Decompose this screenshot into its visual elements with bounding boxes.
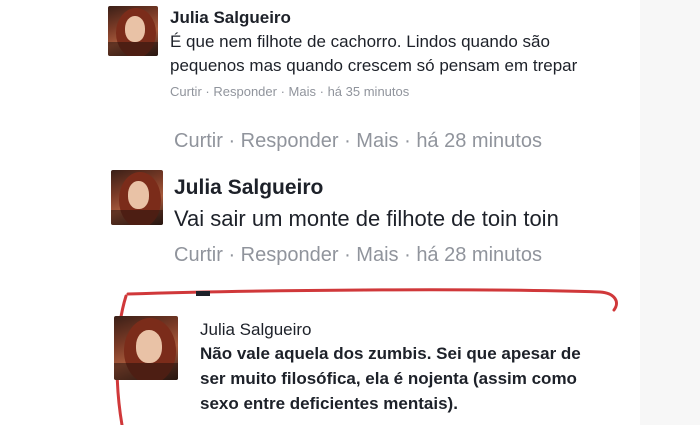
- separator: ·: [344, 130, 357, 152]
- comment-text-line: ser muito filosófica, ela é nojenta (ass…: [200, 369, 577, 388]
- separator: ·: [319, 84, 328, 99]
- avatar[interactable]: [114, 316, 178, 380]
- separator: ·: [228, 244, 241, 266]
- highlighted-comment: Julia Salgueiro Não vale aquela dos zumb…: [0, 288, 700, 425]
- avatar[interactable]: [108, 6, 158, 56]
- comment-text-line: É que nem filhote de cachorro. Lindos qu…: [170, 32, 550, 51]
- reply-link[interactable]: Responder: [213, 84, 277, 99]
- timestamp[interactable]: há 35 minutos: [328, 84, 410, 99]
- reply-link[interactable]: Responder: [241, 130, 339, 152]
- separator: ·: [280, 84, 289, 99]
- like-link[interactable]: Curtir: [174, 130, 223, 152]
- timestamp[interactable]: há 28 minutos: [416, 130, 542, 152]
- author-name[interactable]: Julia Salgueiro: [174, 176, 323, 200]
- comment-text-line: Vai sair um monte de filhote de toin toi…: [174, 206, 559, 231]
- author-name[interactable]: Julia Salgueiro: [200, 320, 312, 340]
- comment-actions: Curtir · Responder · Mais · há 28 minuto…: [174, 244, 542, 267]
- separator: ·: [404, 130, 417, 152]
- comment-text-line: pequenos mas quando crescem só pensam em…: [170, 56, 578, 75]
- avatar[interactable]: [111, 170, 163, 225]
- timestamp[interactable]: há 28 minutos: [416, 244, 542, 266]
- like-link[interactable]: Curtir: [174, 244, 223, 266]
- reply-link[interactable]: Responder: [241, 244, 339, 266]
- comment-screenshot-collage: Julia Salgueiro É que nem filhote de cac…: [0, 0, 700, 425]
- separator: ·: [344, 244, 357, 266]
- more-link[interactable]: Mais: [356, 130, 398, 152]
- more-link[interactable]: Mais: [356, 244, 398, 266]
- comment-actions: Curtir · Responder · Mais · há 28 minuto…: [174, 130, 542, 153]
- comment-actions: Curtir · Responder · Mais · há 35 minuto…: [170, 84, 409, 99]
- crop-margin: [640, 0, 700, 425]
- like-link[interactable]: Curtir: [170, 84, 202, 99]
- separator: ·: [404, 244, 417, 266]
- author-name[interactable]: Julia Salgueiro: [170, 8, 291, 28]
- separator: ·: [228, 130, 241, 152]
- comment-text-line: sexo entre deficientes mentais).: [200, 394, 458, 413]
- comment-text-line: Não vale aquela dos zumbis. Sei que apes…: [200, 344, 581, 363]
- more-link[interactable]: Mais: [289, 84, 316, 99]
